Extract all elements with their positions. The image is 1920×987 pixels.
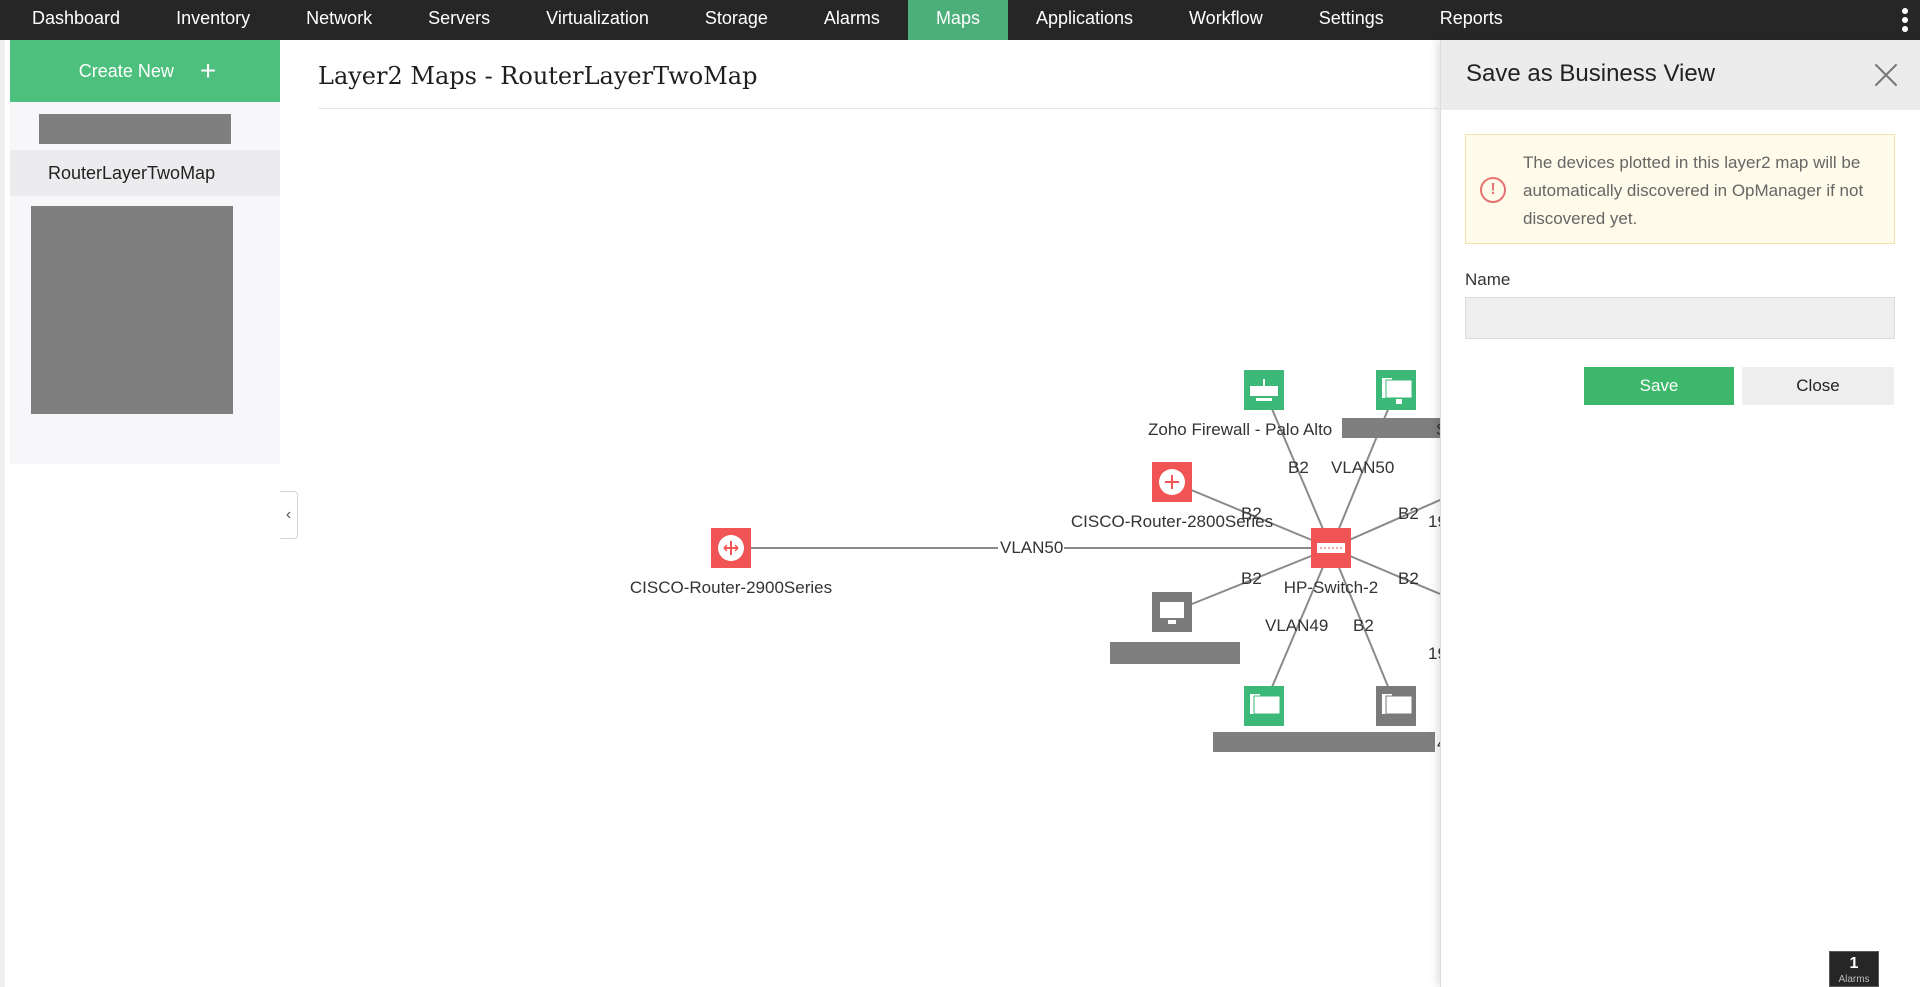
name-input[interactable] bbox=[1465, 297, 1895, 339]
node-label-hp-switch: HP-Switch-2 bbox=[1284, 578, 1378, 597]
name-label: Name bbox=[1465, 270, 1511, 289]
node-firewall[interactable] bbox=[1244, 370, 1284, 410]
redacted-label-bottom bbox=[1213, 732, 1435, 752]
redacted-label-left bbox=[1110, 642, 1240, 664]
close-button[interactable]: Close bbox=[1742, 367, 1894, 405]
alarms-badge[interactable]: 1 Alarms bbox=[1829, 951, 1879, 987]
node-router-2900[interactable] bbox=[711, 528, 751, 568]
node-router-2800[interactable] bbox=[1152, 462, 1192, 502]
close-icon[interactable] bbox=[1873, 62, 1899, 88]
node-server-bottom-left[interactable] bbox=[1244, 686, 1284, 726]
info-alert: ! The devices plotted in this layer2 map… bbox=[1465, 134, 1895, 244]
node-server-left[interactable] bbox=[1152, 592, 1192, 632]
link-label-bottom-left: VLAN49 bbox=[1265, 616, 1328, 635]
node-label-router-2800: CISCO-Router-2800Series bbox=[1071, 512, 1273, 531]
alarm-count: 1 bbox=[1849, 955, 1859, 972]
save-button[interactable]: Save bbox=[1584, 367, 1734, 405]
exclamation-circle-icon: ! bbox=[1480, 177, 1506, 203]
save-business-view-panel: Save as Business View ! The devices plot… bbox=[1440, 40, 1920, 987]
link-label-server-top: VLAN50 bbox=[1331, 458, 1394, 477]
link-label-vlan50: VLAN50 bbox=[1000, 538, 1063, 557]
link-label-bottom-right: B2 bbox=[1353, 616, 1374, 635]
alarm-label: Alarms bbox=[1838, 974, 1870, 985]
panel-header: Save as Business View bbox=[1441, 40, 1920, 110]
link-label-right-upper: B2 bbox=[1398, 504, 1419, 523]
node-label-partial-right-1: 19 bbox=[1428, 512, 1440, 531]
node-label-partial-right-2: 19 bbox=[1428, 644, 1440, 663]
redacted-label-top bbox=[1342, 418, 1440, 438]
link-label-right-lower: B2 bbox=[1398, 569, 1419, 588]
alert-text: The devices plotted in this layer2 map w… bbox=[1523, 153, 1864, 228]
link-label-server-left: B2 bbox=[1241, 569, 1262, 588]
node-label-router-2900: CISCO-Router-2900Series bbox=[630, 578, 832, 597]
node-hp-switch[interactable] bbox=[1311, 528, 1351, 568]
kebab-menu-icon[interactable] bbox=[1902, 8, 1908, 32]
node-server-bottom-right[interactable] bbox=[1376, 686, 1416, 726]
node-server-top[interactable] bbox=[1376, 370, 1416, 410]
topology-map: VLAN50 B2 VLAN50 B2 B2 B2 B2 VLAN49 B2 C… bbox=[630, 370, 1440, 753]
link-label-firewall: B2 bbox=[1288, 458, 1309, 477]
node-label-firewall: Zoho Firewall - Palo Alto bbox=[1148, 420, 1332, 439]
panel-title: Save as Business View bbox=[1466, 60, 1716, 87]
